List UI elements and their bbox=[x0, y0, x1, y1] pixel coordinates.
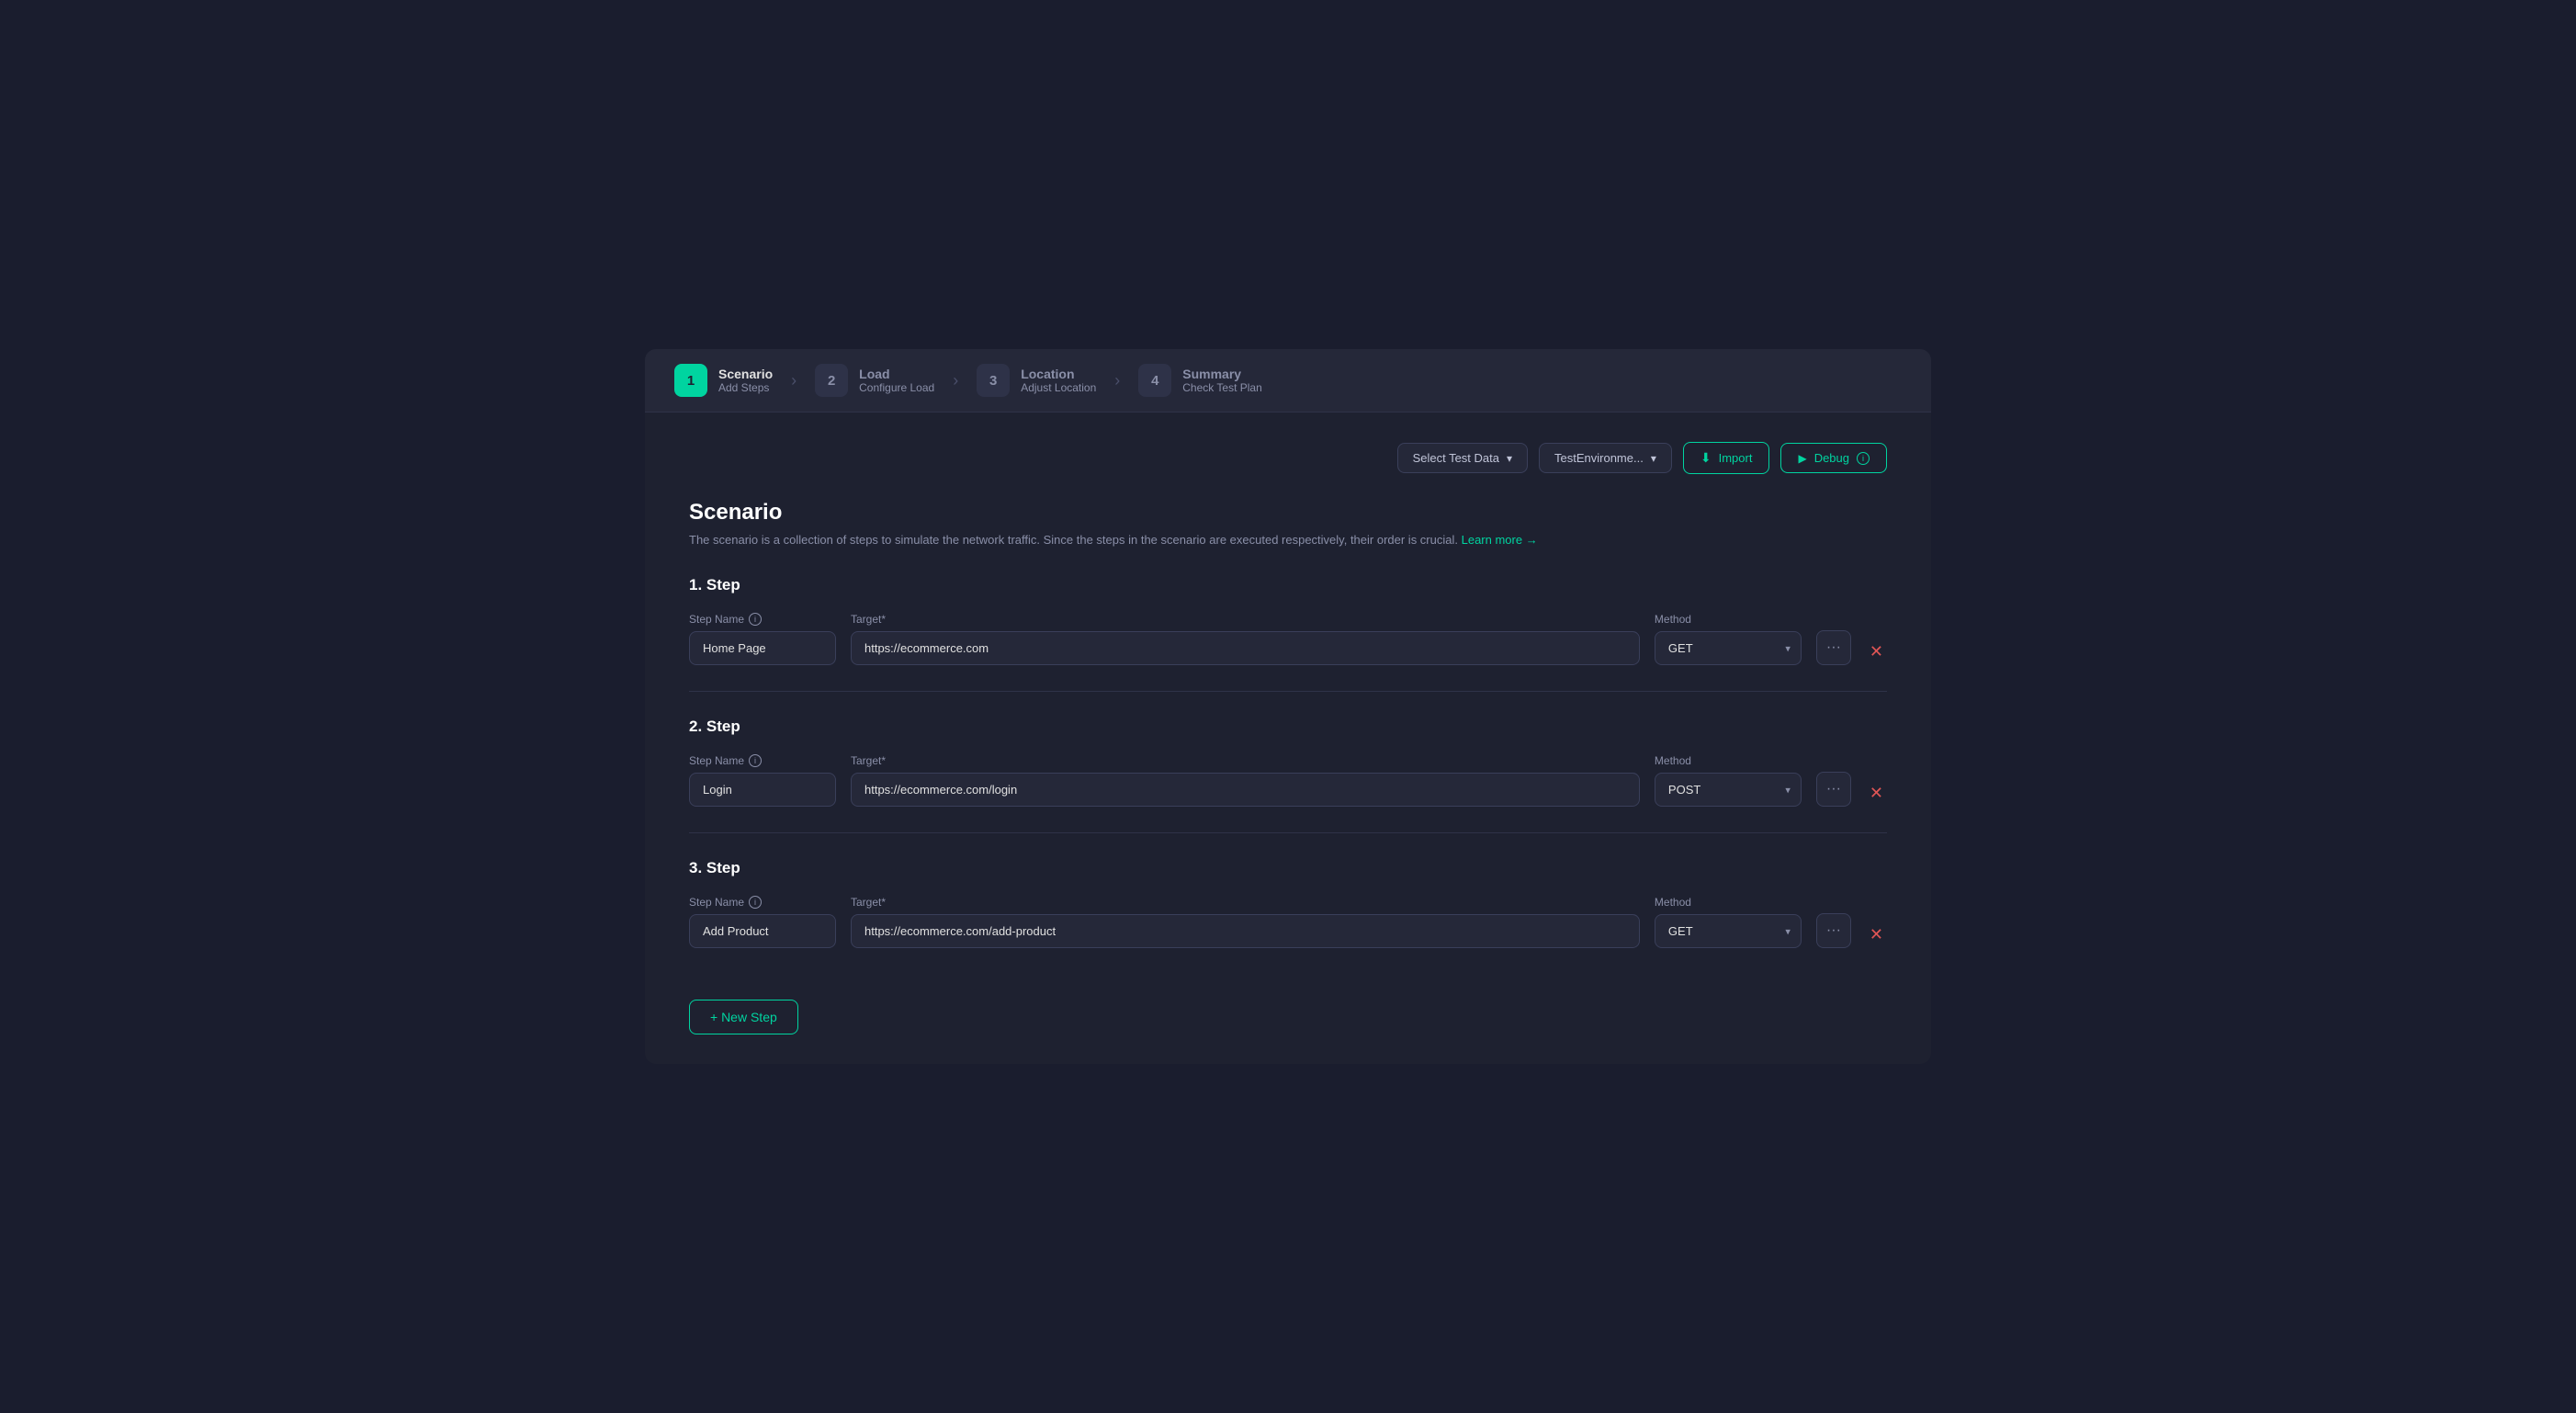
step-name-info-icon-2: i bbox=[749, 754, 762, 767]
step-subtitle-2: Configure Load bbox=[859, 381, 934, 394]
new-step-button[interactable]: + New Step bbox=[689, 1000, 798, 1034]
method-wrapper-2: GET POST PUT DELETE PATCH ▾ bbox=[1655, 773, 1802, 807]
chevron-down-icon: ▾ bbox=[1507, 452, 1512, 465]
step-name-label-1: Step Name i bbox=[689, 613, 836, 626]
step-name-input-2[interactable] bbox=[689, 773, 836, 807]
step-subtitle-3: Adjust Location bbox=[1021, 381, 1096, 394]
test-environment-button[interactable]: TestEnvironme... ▾ bbox=[1539, 443, 1672, 473]
step-section-1: 1. Step Step Name i Target* Method bbox=[689, 576, 1887, 692]
step-title-2: Load bbox=[859, 367, 934, 381]
target-input-1[interactable] bbox=[851, 631, 1640, 665]
select-test-data-button[interactable]: Select Test Data ▾ bbox=[1397, 443, 1528, 473]
debug-label: Debug bbox=[1814, 451, 1849, 465]
step-heading-2: 2. Step bbox=[689, 718, 1887, 736]
step-item-4[interactable]: 4 Summary Check Test Plan bbox=[1138, 364, 1262, 397]
target-group-2: Target* bbox=[851, 754, 1640, 807]
chevron-down-icon-env: ▾ bbox=[1651, 452, 1656, 465]
step-arrow-2: › bbox=[953, 371, 958, 390]
step-number-4: 4 bbox=[1138, 364, 1171, 397]
method-label-1: Method bbox=[1655, 613, 1802, 626]
step-number-3: 3 bbox=[977, 364, 1010, 397]
method-select-3[interactable]: GET POST PUT DELETE PATCH bbox=[1655, 914, 1802, 948]
scenario-title: Scenario bbox=[689, 500, 1887, 526]
remove-button-3[interactable]: ✕ bbox=[1866, 921, 1887, 948]
method-label-2: Method bbox=[1655, 754, 1802, 767]
step-fields-3: Step Name i Target* Method GET POST bbox=[689, 896, 1887, 948]
step-arrow-1: › bbox=[791, 371, 797, 390]
app-container: 1 Scenario Add Steps › 2 Load Configure … bbox=[645, 349, 1931, 1064]
test-environment-label: TestEnvironme... bbox=[1554, 451, 1644, 465]
dots-button-1[interactable]: ··· bbox=[1816, 630, 1851, 665]
step-name-group-3: Step Name i bbox=[689, 896, 836, 948]
remove-button-1[interactable]: ✕ bbox=[1866, 639, 1887, 665]
step-arrow-3: › bbox=[1114, 371, 1120, 390]
dots-button-2[interactable]: ··· bbox=[1816, 772, 1851, 807]
play-icon: ▶ bbox=[1798, 452, 1806, 465]
learn-more-link[interactable]: Learn more → bbox=[1462, 533, 1538, 547]
step-number-2: 2 bbox=[815, 364, 848, 397]
step-heading-3: 3. Step bbox=[689, 859, 1887, 877]
step-info-1: Scenario Add Steps bbox=[718, 367, 773, 394]
method-wrapper-1: GET POST PUT DELETE PATCH ▾ bbox=[1655, 631, 1802, 665]
step-item-1[interactable]: 1 Scenario Add Steps bbox=[674, 364, 773, 397]
step-name-label-2: Step Name i bbox=[689, 754, 836, 767]
import-label: Import bbox=[1719, 451, 1753, 465]
remove-button-2[interactable]: ✕ bbox=[1866, 780, 1887, 807]
scenario-description: The scenario is a collection of steps to… bbox=[689, 533, 1887, 547]
method-group-1: Method GET POST PUT DELETE PATCH ▾ bbox=[1655, 613, 1802, 665]
step-name-input-3[interactable] bbox=[689, 914, 836, 948]
method-wrapper-3: GET POST PUT DELETE PATCH ▾ bbox=[1655, 914, 1802, 948]
step-section-3: 3. Step Step Name i Target* Method bbox=[689, 859, 1887, 974]
step-fields-1: Step Name i Target* Method GET POST bbox=[689, 613, 1887, 665]
step-title-1: Scenario bbox=[718, 367, 773, 381]
step-item-2[interactable]: 2 Load Configure Load bbox=[815, 364, 934, 397]
target-label-1: Target* bbox=[851, 613, 1640, 626]
target-group-3: Target* bbox=[851, 896, 1640, 948]
info-icon-debug: i bbox=[1857, 452, 1870, 465]
step-item-3[interactable]: 3 Location Adjust Location bbox=[977, 364, 1096, 397]
step-title-3: Location bbox=[1021, 367, 1096, 381]
step-info-2: Load Configure Load bbox=[859, 367, 934, 394]
step-info-3: Location Adjust Location bbox=[1021, 367, 1096, 394]
stepper: 1 Scenario Add Steps › 2 Load Configure … bbox=[645, 349, 1931, 413]
method-group-3: Method GET POST PUT DELETE PATCH ▾ bbox=[1655, 896, 1802, 948]
step-heading-1: 1. Step bbox=[689, 576, 1887, 594]
step-name-group-1: Step Name i bbox=[689, 613, 836, 665]
target-label-3: Target* bbox=[851, 896, 1640, 909]
step-number-1: 1 bbox=[674, 364, 707, 397]
dots-button-3[interactable]: ··· bbox=[1816, 913, 1851, 948]
toolbar-row: Select Test Data ▾ TestEnvironme... ▾ ⬇ … bbox=[689, 442, 1887, 474]
new-step-label: + New Step bbox=[710, 1010, 777, 1024]
debug-button[interactable]: ▶ Debug i bbox=[1780, 443, 1887, 473]
step-name-label-3: Step Name i bbox=[689, 896, 836, 909]
step-subtitle-1: Add Steps bbox=[718, 381, 773, 394]
step-name-group-2: Step Name i bbox=[689, 754, 836, 807]
main-content: Select Test Data ▾ TestEnvironme... ▾ ⬇ … bbox=[645, 413, 1931, 1064]
target-label-2: Target* bbox=[851, 754, 1640, 767]
step-name-input-1[interactable] bbox=[689, 631, 836, 665]
method-select-1[interactable]: GET POST PUT DELETE PATCH bbox=[1655, 631, 1802, 665]
target-input-3[interactable] bbox=[851, 914, 1640, 948]
target-group-1: Target* bbox=[851, 613, 1640, 665]
step-title-4: Summary bbox=[1182, 367, 1262, 381]
step-name-info-icon-1: i bbox=[749, 613, 762, 626]
select-test-data-label: Select Test Data bbox=[1413, 451, 1499, 465]
method-select-2[interactable]: GET POST PUT DELETE PATCH bbox=[1655, 773, 1802, 807]
method-label-3: Method bbox=[1655, 896, 1802, 909]
method-group-2: Method GET POST PUT DELETE PATCH ▾ bbox=[1655, 754, 1802, 807]
step-fields-2: Step Name i Target* Method GET POST bbox=[689, 754, 1887, 807]
import-button[interactable]: ⬇ Import bbox=[1683, 442, 1770, 474]
step-section-2: 2. Step Step Name i Target* Method bbox=[689, 718, 1887, 833]
target-input-2[interactable] bbox=[851, 773, 1640, 807]
download-icon: ⬇ bbox=[1700, 450, 1712, 466]
step-name-info-icon-3: i bbox=[749, 896, 762, 909]
step-subtitle-4: Check Test Plan bbox=[1182, 381, 1262, 394]
step-info-4: Summary Check Test Plan bbox=[1182, 367, 1262, 394]
